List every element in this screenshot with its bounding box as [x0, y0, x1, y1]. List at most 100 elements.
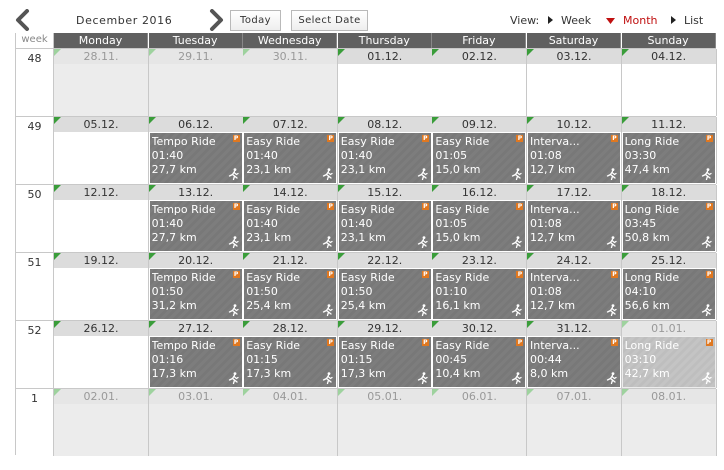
add-workout-marker[interactable] [527, 321, 534, 328]
workout-card[interactable]: Easy Ride 01:50 25,4 km P [244, 269, 337, 319]
workout-card[interactable]: Interva... 01:08 12,7 km P [528, 269, 620, 319]
day-cell[interactable]: 28.12. Easy Ride 01:15 17,3 km P [243, 321, 339, 388]
workout-card[interactable]: Easy Ride 01:05 15,0 km P [433, 133, 526, 183]
day-cell[interactable]: 22.12. Easy Ride 01:50 25,4 km P [337, 253, 433, 320]
add-workout-marker[interactable] [527, 117, 534, 124]
day-cell[interactable]: 27.12. Tempo Ride 01:16 17,3 km P [148, 321, 244, 388]
workout-card[interactable]: Easy Ride 01:40 23,1 km P [244, 133, 337, 183]
workout-card[interactable]: Easy Ride 01:05 15,0 km P [433, 201, 526, 251]
add-workout-marker[interactable] [54, 117, 61, 124]
day-cell[interactable]: 10.12. Interva... 01:08 12,7 km P [527, 117, 622, 184]
day-cell[interactable]: 05.01. [337, 389, 433, 456]
add-workout-marker[interactable] [621, 49, 629, 56]
add-workout-marker[interactable] [337, 253, 345, 260]
add-workout-marker[interactable] [527, 389, 534, 396]
week-number[interactable]: 1 [16, 389, 54, 456]
add-workout-marker[interactable] [432, 321, 440, 328]
today-button[interactable]: Today [230, 10, 281, 31]
day-cell[interactable]: 18.12. Long Ride 03:45 50,8 km P [621, 185, 717, 252]
day-cell[interactable]: 01.12. [337, 49, 433, 116]
add-workout-marker[interactable] [337, 389, 345, 396]
workout-card[interactable]: Long Ride 03:10 42,7 km P [622, 337, 715, 387]
day-cell[interactable]: 17.12. Interva... 01:08 12,7 km P [527, 185, 622, 252]
workout-card[interactable]: Tempo Ride 01:40 27,7 km P [149, 201, 242, 251]
add-workout-marker[interactable] [148, 117, 156, 124]
day-cell[interactable]: 02.01. [54, 389, 149, 456]
workout-card[interactable]: Easy Ride 01:40 23,1 km P [338, 201, 431, 251]
add-workout-marker[interactable] [337, 321, 345, 328]
day-cell[interactable]: 29.11. [148, 49, 244, 116]
add-workout-marker[interactable] [432, 185, 440, 192]
workout-card[interactable]: Tempo Ride 01:40 27,7 km P [149, 133, 242, 183]
day-cell[interactable]: 02.12. [432, 49, 528, 116]
day-cell[interactable]: 04.12. [621, 49, 717, 116]
day-cell[interactable]: 06.01. [432, 389, 528, 456]
day-cell[interactable]: 20.12. Tempo Ride 01:50 31,2 km P [148, 253, 244, 320]
add-workout-marker[interactable] [337, 117, 345, 124]
week-number[interactable]: 50 [16, 185, 54, 252]
add-workout-marker[interactable] [54, 49, 61, 56]
workout-card[interactable]: Easy Ride 01:15 17,3 km P [338, 337, 431, 387]
workout-card[interactable]: Easy Ride 01:50 25,4 km P [338, 269, 431, 319]
add-workout-marker[interactable] [148, 185, 156, 192]
workout-card[interactable]: Interva... 00:44 8,0 km P [528, 337, 620, 387]
add-workout-marker[interactable] [243, 49, 251, 56]
workout-card[interactable]: Interva... 01:08 12,7 km P [528, 133, 620, 183]
week-number[interactable]: 52 [16, 321, 54, 388]
add-workout-marker[interactable] [432, 253, 440, 260]
day-cell[interactable]: 30.11. [243, 49, 339, 116]
day-cell[interactable]: 14.12. Easy Ride 01:40 23,1 km P [243, 185, 339, 252]
day-cell[interactable]: 04.01. [243, 389, 339, 456]
day-cell[interactable]: 21.12. Easy Ride 01:50 25,4 km P [243, 253, 339, 320]
workout-card[interactable]: Easy Ride 00:45 10,4 km P [433, 337, 526, 387]
add-workout-marker[interactable] [54, 185, 61, 192]
add-workout-marker[interactable] [432, 49, 440, 56]
add-workout-marker[interactable] [243, 253, 251, 260]
add-workout-marker[interactable] [337, 49, 345, 56]
day-cell[interactable]: 29.12. Easy Ride 01:15 17,3 km P [337, 321, 433, 388]
day-cell[interactable]: 07.01. [527, 389, 622, 456]
workout-card[interactable]: Interva... 01:08 12,7 km P [528, 201, 620, 251]
add-workout-marker[interactable] [432, 389, 440, 396]
workout-card[interactable]: Tempo Ride 01:16 17,3 km P [149, 337, 242, 387]
add-workout-marker[interactable] [54, 253, 61, 260]
add-workout-marker[interactable] [621, 117, 629, 124]
view-week-option[interactable]: Week [548, 14, 591, 27]
add-workout-marker[interactable] [621, 185, 629, 192]
day-cell[interactable]: 11.12. Long Ride 03:30 47,4 km P [621, 117, 717, 184]
add-workout-marker[interactable] [527, 49, 534, 56]
add-workout-marker[interactable] [243, 321, 251, 328]
day-cell[interactable]: 15.12. Easy Ride 01:40 23,1 km P [337, 185, 433, 252]
day-cell[interactable]: 03.01. [148, 389, 244, 456]
add-workout-marker[interactable] [337, 185, 345, 192]
add-workout-marker[interactable] [243, 117, 251, 124]
day-cell[interactable]: 13.12. Tempo Ride 01:40 27,7 km P [148, 185, 244, 252]
day-cell[interactable]: 12.12. [54, 185, 149, 252]
day-cell[interactable]: 08.12. Easy Ride 01:40 23,1 km P [337, 117, 433, 184]
week-number[interactable]: 48 [16, 49, 54, 116]
workout-card[interactable]: Easy Ride 01:15 17,3 km P [244, 337, 337, 387]
day-cell[interactable]: 30.12. Easy Ride 00:45 10,4 km P [432, 321, 528, 388]
chevron-left-icon[interactable] [13, 9, 35, 31]
day-cell[interactable]: 25.12. Long Ride 04:10 56,6 km P [621, 253, 717, 320]
add-workout-marker[interactable] [621, 389, 629, 396]
add-workout-marker[interactable] [432, 117, 440, 124]
day-cell[interactable]: 08.01. [621, 389, 717, 456]
add-workout-marker[interactable] [54, 321, 61, 328]
day-cell[interactable]: 06.12. Tempo Ride 01:40 27,7 km P [148, 117, 244, 184]
day-cell[interactable]: 05.12. [54, 117, 149, 184]
add-workout-marker[interactable] [621, 321, 629, 328]
day-cell[interactable]: 07.12. Easy Ride 01:40 23,1 km P [243, 117, 339, 184]
day-cell[interactable]: 03.12. [527, 49, 622, 116]
day-cell[interactable]: 01.01. Long Ride 03:10 42,7 km P [621, 321, 717, 388]
workout-card[interactable]: Easy Ride 01:10 16,1 km P [433, 269, 526, 319]
day-cell[interactable]: 16.12. Easy Ride 01:05 15,0 km P [432, 185, 528, 252]
day-cell[interactable]: 28.11. [54, 49, 149, 116]
add-workout-marker[interactable] [527, 253, 534, 260]
workout-card[interactable]: Long Ride 03:30 47,4 km P [622, 133, 715, 183]
day-cell[interactable]: 24.12. Interva... 01:08 12,7 km P [527, 253, 622, 320]
add-workout-marker[interactable] [148, 389, 156, 396]
day-cell[interactable]: 09.12. Easy Ride 01:05 15,0 km P [432, 117, 528, 184]
add-workout-marker[interactable] [148, 321, 156, 328]
view-month-option[interactable]: Month [606, 14, 657, 27]
